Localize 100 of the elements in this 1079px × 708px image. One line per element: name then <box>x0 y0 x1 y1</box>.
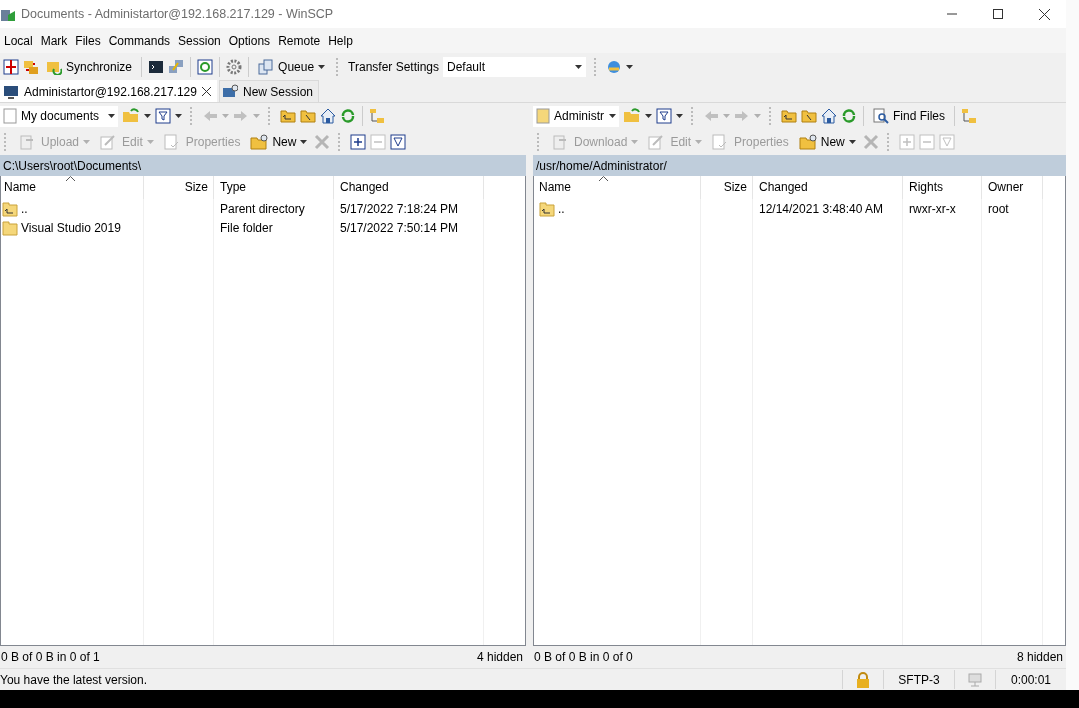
selection-summary: 0 B of 0 B in 0 of 0 <box>534 650 633 664</box>
file-name[interactable]: .. <box>21 201 28 216</box>
column-header[interactable]: Name <box>1 176 144 199</box>
lock-icon <box>856 671 870 688</box>
column-header[interactable]: Changed <box>753 176 903 199</box>
root-folder-icon[interactable] <box>300 108 316 124</box>
file-name[interactable]: .. <box>558 201 565 216</box>
status-message: You have the latest version. <box>0 672 148 687</box>
menu-item[interactable]: Mark <box>40 33 68 48</box>
caret-icon[interactable] <box>645 114 652 118</box>
find-files-button[interactable]: Find Files <box>870 107 948 125</box>
new-session-icon <box>221 83 238 100</box>
table-cell: root <box>988 201 1009 216</box>
synchronize-button[interactable]: Synchronize <box>43 57 136 76</box>
menu-item[interactable]: Files <box>75 33 101 48</box>
terminal-icon[interactable] <box>148 58 165 75</box>
caret-icon[interactable] <box>626 64 633 69</box>
new-folder-icon <box>798 134 817 150</box>
maximize-icon[interactable] <box>993 9 1003 19</box>
hidden-count: 4 hidden <box>476 650 523 664</box>
search-icon <box>873 108 889 124</box>
menu-item[interactable]: Session <box>178 33 221 48</box>
column-header[interactable]: Size <box>144 176 214 199</box>
delete-icon[interactable] <box>862 134 879 150</box>
protocol-label: SFTP-3 <box>898 672 940 687</box>
filter-icon[interactable] <box>155 108 171 124</box>
table-cell: Parent directory <box>220 201 305 216</box>
hidden-count: 8 hidden <box>1016 650 1063 664</box>
select-plus-icon[interactable] <box>350 134 367 150</box>
network-icon <box>967 671 983 688</box>
toolbar-button[interactable]: New <box>795 133 859 151</box>
column-header[interactable]: Name <box>534 176 701 199</box>
refresh-icon[interactable] <box>340 108 356 124</box>
location-dropdown[interactable]: My documents <box>0 105 118 127</box>
path-bar: /usr/home/Administrator/ <box>533 155 1066 176</box>
column-header[interactable]: Rights <box>903 176 982 199</box>
close-icon[interactable] <box>1039 8 1050 20</box>
caret-icon <box>318 64 326 69</box>
column-header[interactable]: Type <box>214 176 334 199</box>
settings-icon[interactable] <box>226 58 243 75</box>
transfer-preset-dropdown[interactable]: Default <box>443 56 586 77</box>
column-header[interactable]: Size <box>701 176 753 199</box>
folders-icon[interactable] <box>23 58 39 75</box>
compare-icon[interactable] <box>3 58 19 75</box>
home-icon[interactable] <box>821 108 837 124</box>
column-header[interactable]: Changed <box>334 176 484 199</box>
table-cell: rwxr-xr-x <box>909 201 956 216</box>
session-tab[interactable]: Administartor@192.168.217.129 <box>0 80 217 102</box>
menu-item[interactable]: Local <box>4 33 33 48</box>
table-cell: 12/14/2021 3:48:40 AM <box>759 201 884 216</box>
refresh-icon[interactable] <box>197 58 214 75</box>
menu-item[interactable]: Commands <box>108 33 171 48</box>
caret-icon[interactable] <box>175 114 182 118</box>
caret-icon <box>300 140 308 144</box>
caret-icon <box>83 140 91 144</box>
parent-folder-icon[interactable] <box>280 108 296 124</box>
menu-item[interactable]: Help <box>328 33 353 48</box>
queue-button[interactable]: Queue <box>255 57 329 76</box>
folder-icon <box>2 219 18 236</box>
parent-folder-icon <box>539 200 555 217</box>
elapsed-time: 0:00:01 <box>1010 672 1051 687</box>
delete-icon[interactable] <box>314 134 331 150</box>
select-filter-icon[interactable] <box>390 134 407 150</box>
new-folder-icon <box>250 134 269 150</box>
filter-icon[interactable] <box>656 108 672 124</box>
location-dropdown[interactable]: Administr <box>533 105 619 127</box>
parent-folder-icon <box>2 200 18 217</box>
caret-icon <box>575 64 582 69</box>
path-bar: C:\Users\root\Documents\ <box>0 155 526 176</box>
caret-icon <box>631 140 639 144</box>
column-header[interactable]: Owner <box>982 176 1043 199</box>
home-icon[interactable] <box>320 108 336 124</box>
caret-icon <box>695 140 703 144</box>
menu-item[interactable]: Options <box>228 33 271 48</box>
caret-icon <box>146 140 154 144</box>
transfer-settings-label: Transfer Settings <box>348 59 439 74</box>
document-icon <box>3 108 17 124</box>
monitor-icon <box>3 83 19 100</box>
file-name[interactable]: Visual Studio 2019 <box>21 220 121 235</box>
caret-icon <box>609 114 616 118</box>
table-cell: File folder <box>220 220 273 235</box>
tree-icon[interactable] <box>961 108 977 124</box>
close-icon[interactable] <box>201 87 211 96</box>
caret-icon[interactable] <box>676 114 683 118</box>
menu-item[interactable]: Remote <box>278 33 321 48</box>
root-folder-icon[interactable] <box>801 108 817 124</box>
refresh-icon[interactable] <box>841 108 857 124</box>
caret-icon <box>848 140 856 144</box>
caret-icon[interactable] <box>144 114 151 118</box>
tree-icon[interactable] <box>369 108 385 124</box>
table-cell: 5/17/2022 7:18:24 PM <box>340 201 459 216</box>
toolbar-button[interactable]: New <box>247 133 311 151</box>
parent-folder-icon[interactable] <box>781 108 797 124</box>
window-title: Documents - Administartor@192.168.217.129 - WinSCP <box>21 7 334 21</box>
session-tab[interactable]: New Session <box>218 80 319 102</box>
queue-icon <box>258 58 275 75</box>
table-cell: 5/17/2022 7:50:14 PM <box>340 220 459 235</box>
caret-icon <box>108 114 115 118</box>
selection-summary: 0 B of 0 B in 0 of 1 <box>1 650 100 664</box>
folder-icon <box>536 108 550 124</box>
